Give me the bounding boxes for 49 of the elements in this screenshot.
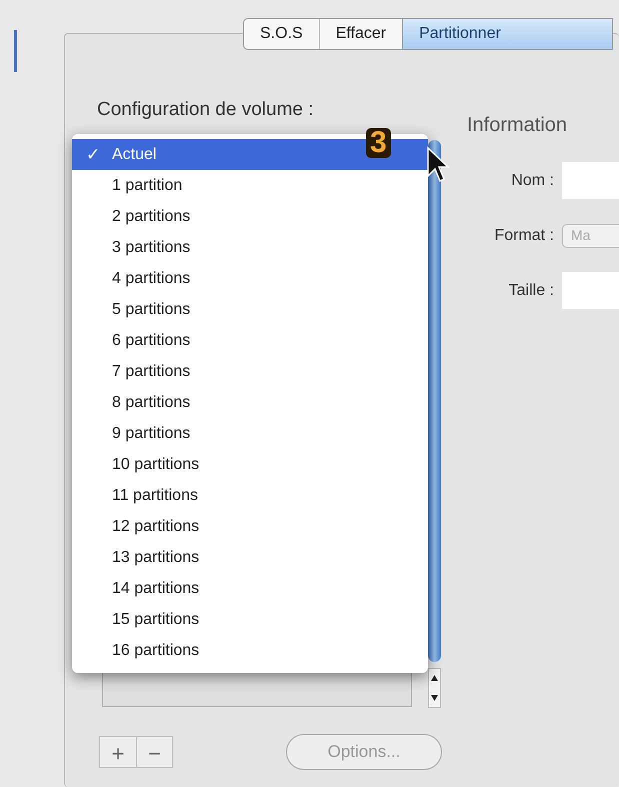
menu-item-label: 14 partitions [112,578,200,598]
volume-config-label: Configuration de volume : [97,98,314,122]
annotation-number: 3 [366,128,391,158]
scrollbar-thumb[interactable] [428,140,441,662]
menu-item[interactable]: 11 partitions [72,480,428,511]
menu-item-label: 5 partitions [112,300,190,320]
field-label: Taille : [508,280,555,300]
menu-item-label: 3 partitions [112,238,190,258]
tab[interactable]: S.O.S [244,19,319,49]
menu-item[interactable]: 10 partitions [72,449,428,480]
menu-item-label: 12 partitions [112,516,200,536]
remove-button[interactable]: − [136,737,172,767]
tab[interactable]: Partitionner [402,19,612,49]
menu-item[interactable]: 13 partitions [72,542,428,573]
input-field[interactable] [562,162,619,199]
input-field[interactable] [562,272,619,309]
menu-item[interactable]: 5 partitions [72,294,428,325]
menu-item-label: 9 partitions [112,424,190,444]
menu-item[interactable]: 9 partitions [72,418,428,449]
stepper[interactable] [428,668,441,708]
menu-item-label: 13 partitions [112,548,200,568]
menu-item[interactable]: 14 partitions [72,573,428,604]
menu-item[interactable]: 4 partitions [72,263,428,294]
menu-item-label: 15 partitions [112,610,200,630]
menu-item[interactable]: 3 partitions [72,232,428,263]
menu-item[interactable]: 2 partitions [72,201,428,232]
menu-item[interactable]: 15 partitions [72,604,428,635]
menu-item-label: 16 partitions [112,640,200,660]
field-label: Format : [493,226,555,246]
menu-item[interactable]: 12 partitions [72,511,428,542]
add-button[interactable]: + [100,737,136,767]
menu-item-label: Actuel [112,144,156,164]
menu-item[interactable]: 1 partition [72,170,428,201]
menu-item-label: 6 partitions [112,330,190,350]
menu-item[interactable]: 6 partitions [72,325,428,356]
menu-item-label: 4 partitions [112,268,190,288]
menu-item-label: 7 partitions [112,362,190,382]
information-heading: Information [467,113,568,138]
menu-item-label: 8 partitions [112,392,190,412]
sidebar-selection-edge [14,30,17,72]
menu-item-label: 1 partition [112,176,182,196]
field-label: Nom : [510,170,555,190]
menu-item[interactable]: 7 partitions [72,356,428,387]
menu-item-label: 11 partitions [112,486,198,506]
menu-item[interactable]: 16 partitions [72,635,428,666]
check-mark: ✓ [85,144,101,166]
menu-item-label: 2 partitions [112,206,190,226]
menu-item[interactable]: 8 partitions [72,387,428,418]
menu-item-label: 10 partitions [112,454,200,474]
